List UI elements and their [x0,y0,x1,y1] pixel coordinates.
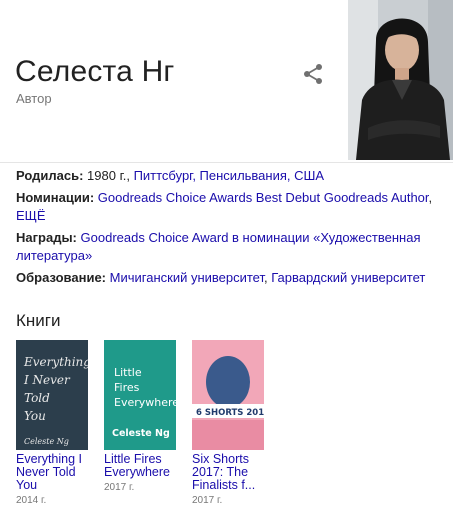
cover-title-line: Told [24,391,50,405]
book-cover[interactable]: Little Fires Everywhere Celeste Ng [104,340,176,450]
fact-link[interactable]: Goodreads Choice Award в номинации «Худо… [16,230,421,263]
cover-title-line: You [24,409,46,423]
author-photo[interactable] [348,0,453,160]
book-year: 2017 г. [104,482,135,493]
book-title[interactable]: Six Shorts 2017: The Finalists f... [192,453,267,492]
cover-author: Celeste Ng [24,437,69,446]
fact-link[interactable]: Goodreads Choice Awards Best Debut Goodr… [98,190,429,205]
page-subtitle: Автор [16,91,52,106]
share-icon[interactable] [301,62,325,86]
books-carousel: Everything I Never Told You Celeste Ng Everyt… [16,340,446,520]
fact-link[interactable]: Питтсбург, Пенсильвания, США [134,168,325,183]
fact-row: Образование: Мичиганский университет, Га… [16,269,446,287]
page-title: Селеста Нг [15,55,175,88]
fact-row: Награды: Goodreads Choice Award в номина… [16,229,446,265]
book-card[interactable]: Everything I Never Told You Celeste Ng Everyt… [16,340,91,506]
knowledge-panel-header: Селеста Нг Автор [0,0,453,163]
fact-label: Родилась: [16,168,84,183]
cover-title-line: Little [114,366,142,379]
fact-link[interactable]: Гарвардский университет [271,270,425,285]
book-title[interactable]: Little Fires Everywhere [104,453,179,479]
fact-link[interactable]: ЕЩЁ [16,208,46,223]
fact-link[interactable]: Мичиганский университет [110,270,264,285]
facts-list: Родилась: 1980 г., Питтсбург, Пенсильван… [16,167,446,291]
cover-base [192,420,264,450]
cover-title-line: Fires [114,381,140,394]
book-cover[interactable]: Everything I Never Told You Celeste Ng [16,340,88,450]
fact-row: Родилась: 1980 г., Питтсбург, Пенсильван… [16,167,446,185]
book-card[interactable]: Little Fires Everywhere Celeste Ng Little Fi… [104,340,179,493]
cover-title-line: Everything [23,355,88,369]
book-card[interactable]: 6 SHORTS 2017 Six Shorts 2017: The Finali… [192,340,267,506]
fact-text: , [428,190,433,205]
fact-label: Награды: [16,230,77,245]
book-year: 2017 г. [192,495,223,506]
cover-author: Celeste Ng [112,428,170,439]
book-title[interactable]: Everything I Never Told You [16,453,91,492]
header-divider [0,162,453,163]
book-cover[interactable]: 6 SHORTS 2017 [192,340,264,450]
cover-illustration [206,356,250,408]
fact-row: Номинации: Goodreads Choice Awards Best … [16,189,446,225]
book-year: 2014 г. [16,495,47,506]
fact-text: 1980 г., [87,168,134,183]
cover-title-line: Everywhere [114,396,176,409]
fact-label: Образование: [16,270,107,285]
fact-label: Номинации: [16,190,95,205]
cover-title-line: 6 SHORTS 2017 [196,408,264,418]
cover-title-line: I Never [23,373,71,387]
books-heading: Книги [16,311,61,330]
